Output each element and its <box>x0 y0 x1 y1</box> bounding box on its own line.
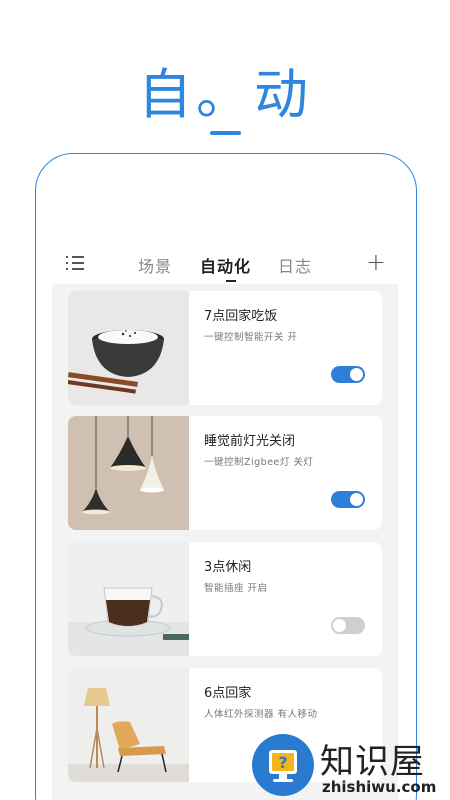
card-title: 睡觉前灯光关闭 <box>204 434 296 449</box>
enable-toggle[interactable] <box>331 491 365 508</box>
page-title: 自。动 <box>138 63 312 126</box>
tea-cup-image <box>68 542 189 656</box>
watermark-logo: ? 知识屋 zhishiwu.com <box>250 732 450 800</box>
watermark-name: 知识屋 <box>320 742 425 782</box>
pendant-lamps-image <box>68 416 189 530</box>
watermark-url: zhishiwu.com <box>322 778 437 796</box>
card-title: 3点休闲 <box>204 560 252 575</box>
card-title: 6点回家 <box>204 686 252 701</box>
list-menu-icon[interactable] <box>66 252 86 272</box>
svg-text:?: ? <box>278 753 287 772</box>
add-icon[interactable]: + <box>366 248 386 276</box>
automation-card[interactable]: 睡觉前灯光关闭 一键控制Zigbee灯 关灯 <box>68 416 382 530</box>
automation-card[interactable]: 7点回家吃饭 一键控制智能开关 开 <box>68 291 382 405</box>
tab-automation[interactable]: 自动化 <box>200 253 251 277</box>
rice-bowl-image <box>68 291 189 405</box>
enable-toggle[interactable] <box>331 366 365 383</box>
card-description: 智能插座 开启 <box>204 583 268 594</box>
tab-scenes[interactable]: 场景 <box>138 253 172 277</box>
tab-log[interactable]: 日志 <box>278 253 312 277</box>
automation-card[interactable]: 3点休闲 智能插座 开启 <box>68 542 382 656</box>
card-description: 一键控制智能开关 开 <box>204 332 298 343</box>
active-tab-indicator <box>226 280 236 282</box>
card-title: 7点回家吃饭 <box>204 309 278 324</box>
tab-bar: 场景 自动化 日志 + <box>52 244 398 284</box>
enable-toggle[interactable] <box>331 617 365 634</box>
card-description: 一键控制Zigbee灯 关灯 <box>204 457 314 468</box>
card-description: 人体红外探测器 有人移动 <box>204 709 318 720</box>
help-monitor-icon: ? <box>252 734 314 796</box>
title-underline <box>210 131 241 135</box>
lounge-chair-image <box>68 668 189 782</box>
